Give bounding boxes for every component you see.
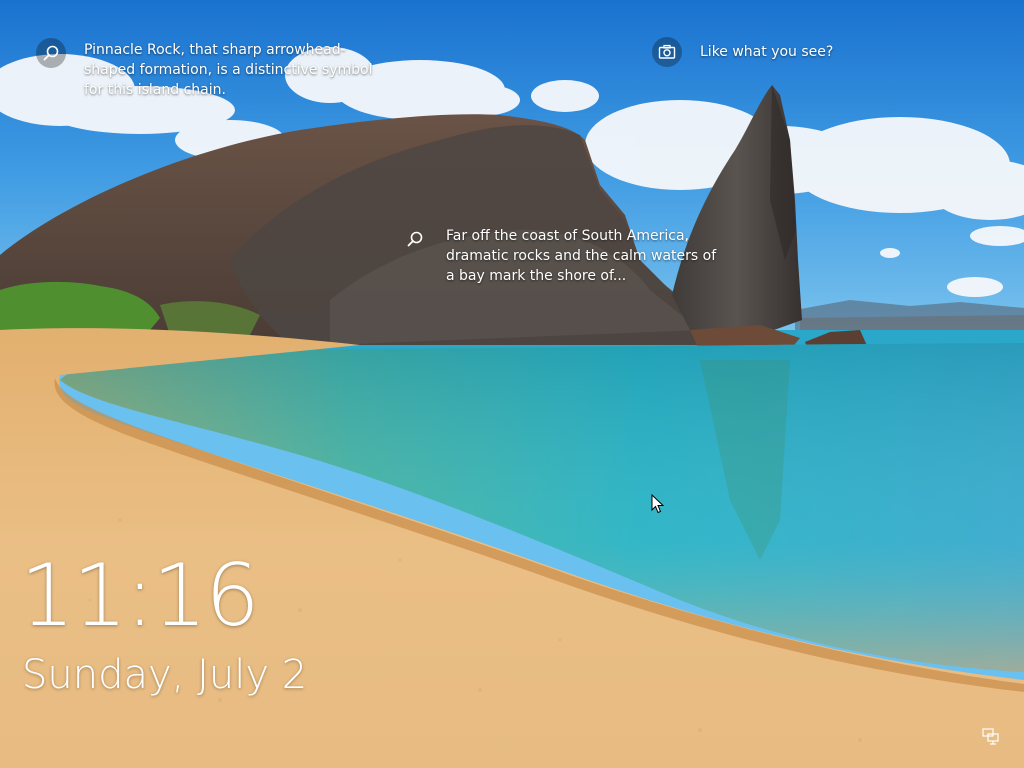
mouse-cursor-icon: [651, 494, 665, 514]
spotlight-hotspot-text: Far off the coast of South America, dram…: [446, 228, 717, 284]
like-what-you-see-label: Like what you see?: [700, 44, 834, 60]
lockscreen-date: Sunday, July 2: [22, 652, 308, 698]
spotlight-hotspot-text: Pinnacle Rock, that sharp arrowhead-shap…: [84, 42, 373, 98]
camera-icon[interactable]: [652, 37, 682, 67]
search-icon[interactable]: [36, 38, 66, 68]
lock-screen[interactable]: Pinnacle Rock, that sharp arrowhead-shap…: [0, 0, 1024, 768]
network-icon[interactable]: [982, 726, 1002, 746]
like-what-you-see-button[interactable]: Like what you see?: [652, 37, 833, 67]
search-icon[interactable]: [400, 224, 430, 254]
lockscreen-clock: 11:16: [20, 546, 260, 646]
spotlight-hotspot-1[interactable]: Pinnacle Rock, that sharp arrowhead-shap…: [36, 38, 374, 100]
spotlight-hotspot-2[interactable]: Far off the coast of South America, dram…: [400, 224, 726, 286]
